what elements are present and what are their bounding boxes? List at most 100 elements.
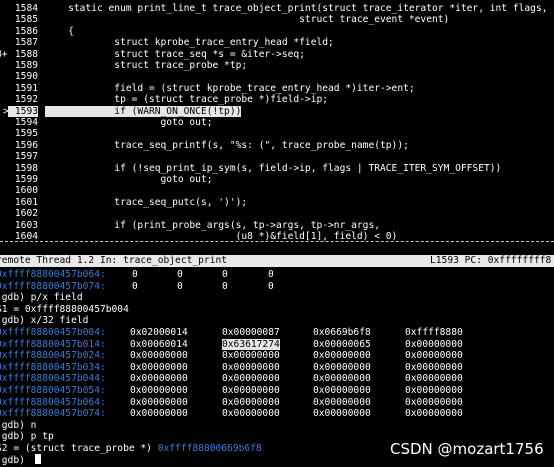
source-code: if (WARN_ON_ONCE(!tp)) bbox=[45, 105, 242, 117]
memory-value: 0x00000065 bbox=[313, 338, 371, 350]
source-line[interactable]: 1590 bbox=[0, 71, 554, 82]
memory-row: 0xffff88800457b044: 0x00000000 0x00000000 0… bbox=[0, 373, 554, 384]
source-line[interactable]: 1585 struct trace_event *event) bbox=[0, 14, 554, 25]
gdb-result: $2 = (struct trace_probe *) 0xffff888006… bbox=[0, 443, 262, 454]
gdb-result: $1 = 0xffff88800457b004 bbox=[0, 303, 129, 315]
memory-value: 0 bbox=[132, 269, 138, 280]
memory-address: 0xffff88800457b074: bbox=[0, 408, 106, 420]
source-line[interactable]: 1592 tp = (struct trace_probe *)field->i… bbox=[0, 94, 554, 105]
line-number: 1589 bbox=[14, 60, 38, 71]
line-number: 1604 bbox=[14, 231, 38, 241]
line-number: 1600 bbox=[14, 185, 38, 197]
memory-value: 0x00000000 bbox=[313, 373, 371, 385]
source-code: struct kprobe_trace_entry_head *field; bbox=[45, 37, 334, 49]
source-code: (u8 *)&field[1], field) < 0) bbox=[45, 231, 398, 241]
memory-address: 0xffff88800457b074: bbox=[0, 280, 106, 292]
gdb-command: (gdb) p/x field bbox=[0, 292, 83, 304]
line-number: 1585 bbox=[14, 14, 38, 26]
memory-value: 0x00000000 bbox=[222, 385, 280, 396]
source-pane[interactable]: 1584 static enum print_line_t trace_obje… bbox=[0, 0, 554, 241]
memory-address: 0xffff88800457b064: bbox=[0, 396, 106, 408]
memory-row: 0xffff88800457b064: 0 0 0 0 bbox=[0, 269, 554, 280]
source-code: trace_seq_printf(s, "%s: (", trace_probe… bbox=[45, 139, 409, 151]
memory-value: 0 bbox=[268, 269, 274, 280]
breakpoint-marker: B+ bbox=[0, 48, 8, 60]
memory-row: 0xffff88800457b054: 0x00000000 0x00000000 0… bbox=[0, 385, 554, 396]
memory-value: 0x00000000 bbox=[130, 408, 188, 420]
source-line[interactable]: 1596 trace_seq_printf(s, "%s: (", trace_… bbox=[0, 140, 554, 151]
source-line[interactable]: 1595 bbox=[0, 128, 554, 139]
memory-value: 0 bbox=[132, 280, 138, 292]
memory-row: 0xffff88800457b074: 0x00000000 0x00000000 0… bbox=[0, 408, 554, 419]
line-number: 1593 bbox=[8, 105, 38, 117]
memory-value: 0x00000000 bbox=[130, 361, 188, 373]
gdb-command: (gdb) x/32 field bbox=[0, 315, 89, 327]
pane-separator bbox=[0, 241, 554, 244]
source-code: trace_seq_putc(s, ')'); bbox=[45, 196, 248, 208]
memory-value: 0x00000000 bbox=[313, 385, 371, 396]
memory-value: 0x00000000 bbox=[405, 350, 463, 362]
memory-value: 0 bbox=[177, 269, 183, 280]
source-line[interactable]: 1603 if (print_probe_args(s, tp->args, t… bbox=[0, 220, 554, 231]
line-number: 1584 bbox=[14, 3, 38, 14]
source-code: goto out; bbox=[45, 174, 213, 185]
source-line[interactable]: 1601 trace_seq_putc(s, ')'); bbox=[0, 197, 554, 208]
line-number: 1591 bbox=[14, 82, 38, 94]
line-number: 1594 bbox=[14, 117, 38, 128]
memory-value: 0x0669b6f8 bbox=[313, 327, 371, 338]
source-line[interactable]: 1602 bbox=[0, 208, 554, 219]
source-code: if (!seq_print_ip_sym(s, field->ip, flag… bbox=[45, 162, 502, 174]
memory-value: 0x00000000 bbox=[222, 396, 280, 408]
gdb-prompt[interactable]: (gdb) bbox=[0, 455, 31, 466]
source-line[interactable]: 1588B+ struct trace_seq *s = &iter->seq; bbox=[0, 49, 554, 60]
source-code: static enum print_line_t trace_object_pr… bbox=[45, 3, 548, 14]
memory-address: 0xffff88800457b064: bbox=[0, 269, 106, 280]
memory-row: 0xffff88800457b004: 0x02000014 0x00000087 0… bbox=[0, 327, 554, 338]
source-line[interactable]: 1586 { bbox=[0, 26, 554, 37]
line-number: 1602 bbox=[14, 208, 38, 220]
line-number: 1586 bbox=[14, 25, 38, 37]
memory-value: 0x00000087 bbox=[222, 327, 280, 338]
source-code: goto out; bbox=[45, 117, 213, 128]
memory-value: 0x00000000 bbox=[405, 396, 463, 408]
source-line-current[interactable]: 1593 > if (WARN_ON_ONCE(!tp)) bbox=[0, 105, 554, 117]
source-line[interactable]: 1587 struct kprobe_trace_entry_head *fie… bbox=[0, 37, 554, 48]
source-line[interactable]: 1599 goto out; bbox=[0, 174, 554, 185]
source-line[interactable]: 1604 (u8 *)&field[1], field) < 0) bbox=[0, 231, 554, 241]
memory-address: 0xffff88800457b004: bbox=[0, 327, 106, 338]
gdb-command: (gdb) p tp bbox=[0, 431, 54, 443]
memory-address: 0xffff88800457b044: bbox=[0, 373, 106, 385]
source-code: field = (struct kprobe_trace_entry_head … bbox=[45, 82, 415, 94]
source-line[interactable]: 1597 bbox=[0, 151, 554, 162]
memory-value: 0x00000000 bbox=[405, 373, 463, 385]
source-code: struct trace_seq *s = &iter->seq; bbox=[45, 48, 305, 60]
line-number: 1598 bbox=[14, 162, 38, 174]
memory-address: 0xffff88800457b014: bbox=[0, 338, 106, 350]
memory-row: 0xffff88800457b064: 0x00000000 0x00000000 0… bbox=[0, 397, 554, 408]
memory-value: 0x00000000 bbox=[130, 350, 188, 362]
status-line-pc: L1593 PC: 0xffffffff8 bbox=[430, 255, 552, 266]
line-number: 1599 bbox=[14, 174, 38, 185]
source-line[interactable]: 1591 field = (struct kprobe_trace_entry_… bbox=[0, 83, 554, 94]
source-code: struct trace_probe *tp; bbox=[45, 60, 248, 71]
gdb-console[interactable]: 0xffff88800457b064: 0 0 0 0 0xffff88800457b07… bbox=[0, 267, 554, 467]
memory-value: 0x02000014 bbox=[130, 327, 188, 338]
memory-value: 0x00000000 bbox=[222, 408, 280, 420]
source-code: if (print_probe_args(s, tp->args, tp->nr… bbox=[45, 219, 381, 231]
memory-value: 0 bbox=[268, 280, 274, 292]
source-line[interactable]: 1589 struct trace_probe *tp; bbox=[0, 60, 554, 71]
memory-value: 0x00000000 bbox=[405, 361, 463, 373]
result-type: $2 = (struct trace_probe *) bbox=[0, 443, 158, 454]
source-line[interactable]: 1598 if (!seq_print_ip_sym(s, field->ip,… bbox=[0, 163, 554, 174]
line-number: 1595 bbox=[14, 128, 38, 140]
memory-value: 0x00000000 bbox=[222, 373, 280, 385]
source-line[interactable]: 1584 static enum print_line_t trace_obje… bbox=[0, 3, 554, 14]
source-line[interactable]: 1594 goto out; bbox=[0, 117, 554, 128]
line-number: 1596 bbox=[14, 139, 38, 151]
memory-value: 0x00060014 bbox=[130, 338, 188, 350]
status-bar: remote Thread 1.2 In: trace_object_print… bbox=[0, 255, 554, 267]
line-number: 1603 bbox=[14, 219, 38, 231]
source-line[interactable]: 1600 bbox=[0, 185, 554, 196]
current-line-marker: > bbox=[3, 105, 9, 117]
memory-row: 0xffff88800457b014: 0x00060014 0x63617274 0… bbox=[0, 338, 554, 350]
